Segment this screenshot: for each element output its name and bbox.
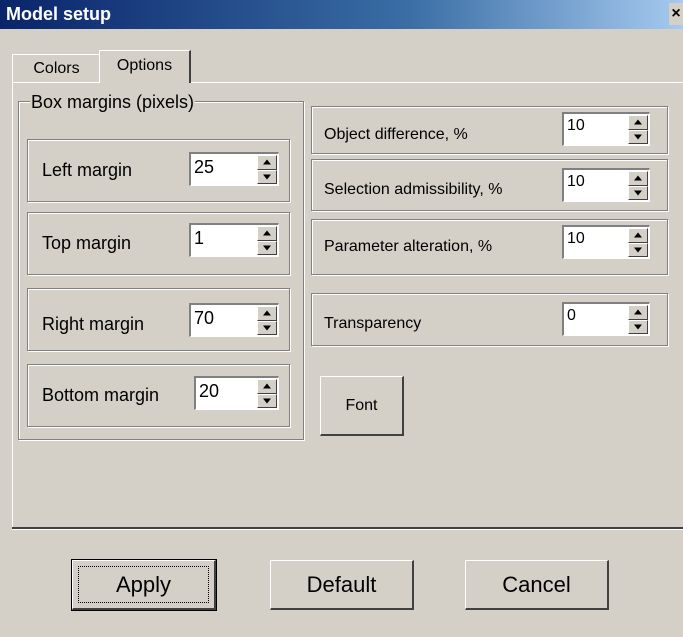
object-difference-value[interactable]: 10 [567, 117, 585, 135]
triangle-up-icon [634, 175, 642, 181]
window-title: Model setup [6, 4, 112, 24]
spin-down-button[interactable] [257, 320, 277, 335]
top-margin-value[interactable]: 1 [194, 228, 204, 249]
triangle-down-icon [263, 398, 271, 404]
triangle-up-icon [263, 230, 271, 236]
selection-admissibility-spin[interactable]: 10 [562, 168, 650, 202]
triangle-up-icon [263, 310, 271, 316]
spin-up-button[interactable] [257, 379, 277, 394]
parameter-alteration-spin[interactable]: 10 [562, 225, 650, 259]
object-difference-label: Object difference, % [324, 126, 468, 143]
triangle-down-icon [634, 134, 642, 140]
bottom-margin-value[interactable]: 20 [199, 381, 219, 402]
left-margin-label: Left margin [42, 160, 133, 180]
triangle-down-icon [263, 245, 271, 251]
apply-button[interactable]: Apply [71, 559, 217, 611]
selection-admissibility-label: Selection admissibility, % [324, 181, 503, 198]
right-margin-value[interactable]: 70 [194, 308, 214, 329]
spin-up-button[interactable] [628, 171, 648, 186]
triangle-up-icon [634, 309, 642, 315]
spin-down-button[interactable] [257, 240, 277, 255]
triangle-up-icon [263, 159, 271, 165]
cancel-button[interactable]: Cancel [465, 560, 609, 610]
transparency-label: Transparency [324, 315, 422, 332]
parameter-alteration-value[interactable]: 10 [567, 230, 585, 248]
selection-admissibility-value[interactable]: 10 [567, 173, 585, 191]
triangle-up-icon [634, 232, 642, 238]
spin-up-button[interactable] [257, 155, 277, 170]
triangle-up-icon [634, 119, 642, 125]
spin-up-button[interactable] [628, 115, 648, 130]
right-margin-spin[interactable]: 70 [189, 303, 279, 337]
tab-colors[interactable]: Colors [12, 54, 100, 82]
triangle-down-icon [634, 247, 642, 253]
triangle-down-icon [634, 324, 642, 330]
spin-down-button[interactable] [257, 169, 277, 184]
parameter-alteration-label: Parameter alteration, % [324, 238, 493, 255]
spin-down-button[interactable] [628, 185, 648, 200]
tab-options[interactable]: Options [99, 50, 191, 83]
spin-down-button[interactable] [628, 242, 648, 257]
left-margin-spin[interactable]: 25 [189, 152, 279, 186]
top-margin-label: Top margin [42, 233, 132, 253]
model-setup-dialog: Model setup × Colors Options Box margins… [0, 0, 683, 637]
object-difference-spin[interactable]: 10 [562, 112, 650, 146]
tab-page-border [191, 82, 683, 83]
transparency-value[interactable]: 0 [567, 307, 576, 325]
close-button[interactable]: × [669, 3, 683, 25]
right-margin-label: Right margin [42, 314, 145, 334]
tab-page-border [12, 82, 99, 83]
spin-up-button[interactable] [257, 306, 277, 321]
focus-rectangle [78, 566, 209, 603]
top-margin-spin[interactable]: 1 [189, 223, 279, 257]
font-button[interactable]: Font [320, 376, 404, 436]
spin-down-button[interactable] [257, 393, 277, 408]
bottom-margin-spin[interactable]: 20 [194, 376, 279, 410]
triangle-down-icon [263, 325, 271, 331]
spin-up-button[interactable] [257, 226, 277, 241]
spin-down-button[interactable] [628, 129, 648, 144]
tab-page-border [12, 82, 13, 528]
triangle-down-icon [634, 190, 642, 196]
left-margin-value[interactable]: 25 [194, 157, 214, 178]
default-button-label: Default [306, 571, 377, 597]
title-bar: Model setup × [0, 0, 683, 29]
spin-up-button[interactable] [628, 305, 648, 320]
triangle-down-icon [263, 174, 271, 180]
spin-down-button[interactable] [628, 319, 648, 334]
tab-page-border [12, 529, 683, 530]
transparency-spin[interactable]: 0 [562, 302, 650, 336]
default-button[interactable]: Default [270, 560, 414, 610]
bottom-margin-label: Bottom margin [42, 385, 160, 405]
box-margins-legend: Box margins (pixels) [30, 92, 196, 113]
cancel-button-label: Cancel [502, 571, 571, 597]
triangle-up-icon [263, 383, 271, 389]
spin-up-button[interactable] [628, 228, 648, 243]
